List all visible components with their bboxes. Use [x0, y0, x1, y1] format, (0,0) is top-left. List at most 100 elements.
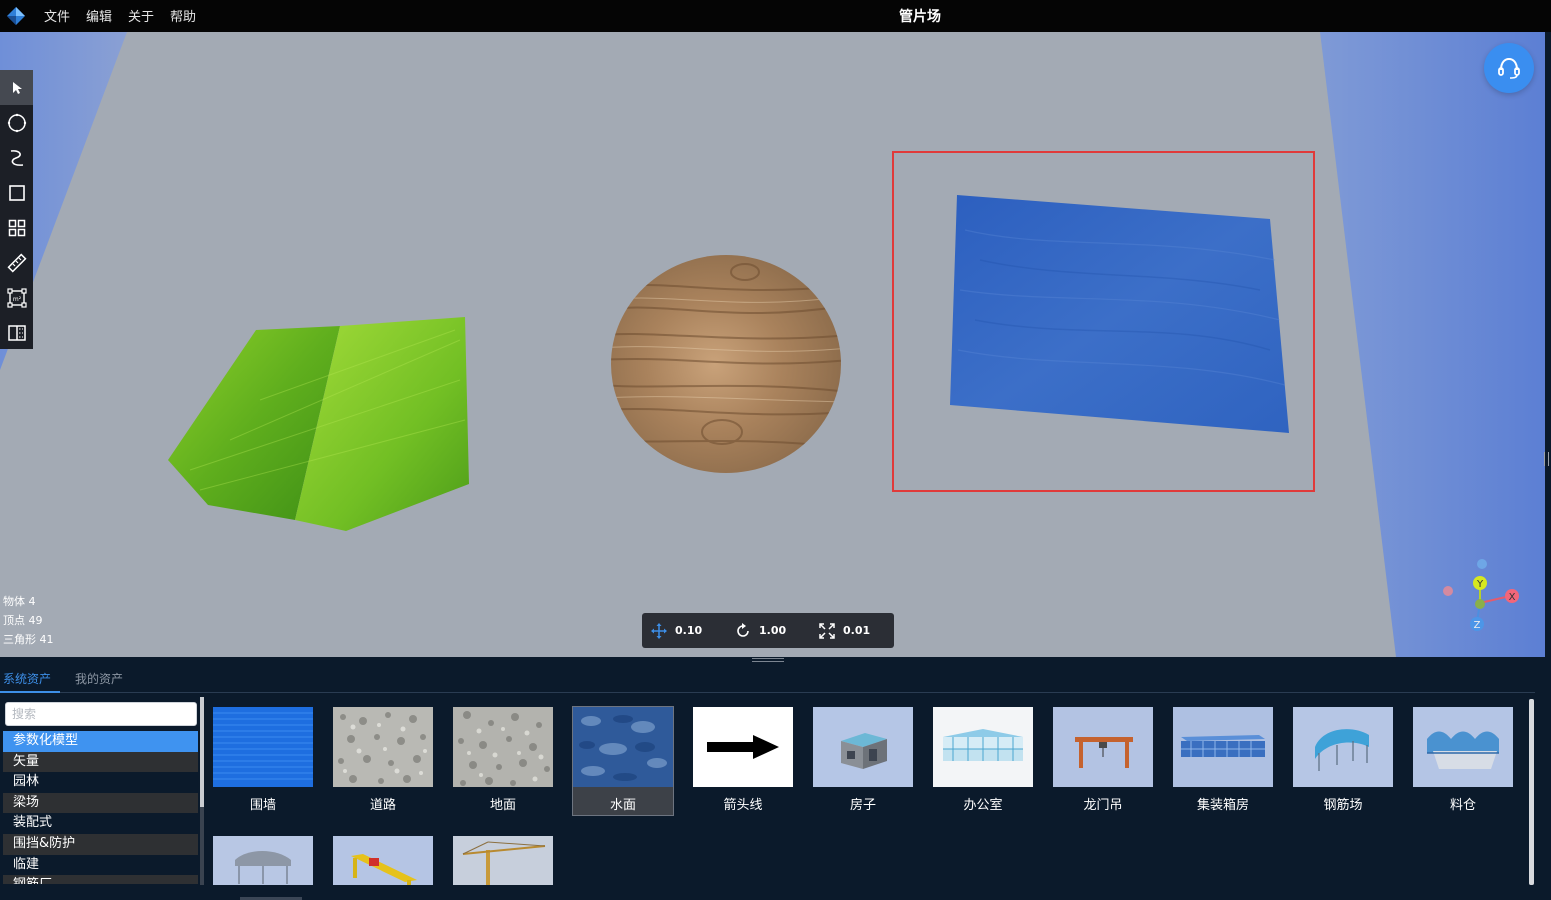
asset-search-input[interactable]	[5, 702, 197, 726]
circle-draw-icon[interactable]	[0, 105, 33, 140]
splitter-grip-icon[interactable]	[752, 658, 784, 662]
axis-x-label: X	[1509, 592, 1516, 603]
grid-layout-icon[interactable]	[0, 210, 33, 245]
asset-label: 水面	[609, 798, 636, 813]
menu-bar: 文件 编辑 关于 帮助 管片场	[0, 0, 1551, 32]
customer-support-button[interactable]	[1484, 43, 1534, 93]
scale-step-value: 0.01	[843, 624, 871, 637]
water-rectangle[interactable]	[950, 195, 1289, 433]
active-tab-indicator	[0, 691, 60, 693]
asset-label: 料仓	[1449, 798, 1476, 813]
category-item[interactable]: 装配式	[3, 813, 198, 834]
category-scrollbar-thumb[interactable]	[200, 697, 204, 807]
asset-card[interactable]: 龙门吊	[1053, 707, 1153, 814]
asset-card[interactable]	[453, 836, 553, 885]
shed-model-icon	[213, 836, 313, 885]
asset-card[interactable]: 房子	[813, 707, 913, 814]
asset-panel: 系统资产 我的资产 参数化模型 矢量 园林 梁场 装配式 围挡&防护 临建 钢筋…	[0, 663, 1545, 900]
asset-card-selected[interactable]: 水面	[572, 706, 674, 816]
asset-label: 钢筋场	[1323, 798, 1363, 813]
rebar-yard-model-icon	[1293, 707, 1393, 787]
asset-label: 箭头线	[723, 798, 763, 813]
category-item[interactable]: 梁场	[3, 792, 198, 814]
asset-label: 集装箱房	[1196, 798, 1249, 813]
grass-polygon[interactable]	[168, 317, 469, 531]
scale-icon	[819, 622, 835, 639]
container-house-model-icon	[1173, 707, 1273, 787]
left-toolbar: m²	[0, 70, 33, 349]
tab-divider	[0, 692, 1535, 693]
tab-system-assets[interactable]: 系统资产	[3, 670, 51, 687]
move-step-value: 0.10	[675, 624, 703, 637]
freehand-curve-icon[interactable]	[0, 140, 33, 175]
transform-step-bar: 0.10 1.00 0.01	[642, 613, 894, 648]
axis-gizmo[interactable]: Y X Z	[1436, 556, 1526, 636]
scene-canvas[interactable]	[0, 32, 1545, 657]
tab-my-assets[interactable]: 我的资产	[75, 670, 123, 687]
select-arrow-icon[interactable]	[0, 70, 33, 105]
scale-step[interactable]: 0.01	[819, 613, 870, 648]
axis-neg-y-handle[interactable]	[1475, 599, 1485, 609]
asset-card[interactable]: 围墙	[213, 707, 313, 814]
window-title: 管片场	[899, 9, 941, 25]
gantry-crane-model-icon	[1053, 707, 1153, 787]
asset-card[interactable]: 道路	[333, 707, 433, 814]
asset-card[interactable]	[333, 836, 433, 885]
water-texture-icon	[573, 707, 673, 787]
app-window: 文件 编辑 关于 帮助 管片场 m² 物体 4 顶点 49 三角形 41 0.1…	[0, 0, 1551, 900]
axis-y-label: Y	[1476, 579, 1484, 590]
office-model-icon	[933, 707, 1033, 787]
asset-card[interactable]: 钢筋场	[1293, 707, 1393, 814]
move-icon	[651, 622, 667, 639]
category-item[interactable]: 矢量	[3, 751, 198, 773]
category-item[interactable]: 参数化模型	[3, 731, 198, 752]
asset-label: 道路	[369, 798, 396, 813]
rotate-step[interactable]: 1.00	[735, 613, 786, 648]
axis-neg-x-handle[interactable]	[1443, 586, 1453, 596]
headset-icon	[1498, 57, 1520, 79]
asset-label: 房子	[849, 798, 876, 813]
asset-label: 地面	[489, 798, 516, 813]
material-silo-model-icon	[1413, 707, 1513, 787]
triangle-count: 三角形 41	[3, 633, 54, 646]
vertex-count: 顶点 49	[3, 614, 43, 627]
house-model-icon	[813, 707, 913, 787]
right-panel-edge	[1545, 32, 1551, 900]
arrow-line-icon	[693, 707, 793, 787]
asset-card[interactable]: 办公室	[933, 707, 1033, 814]
wood-circle[interactable]	[600, 255, 850, 473]
rectangle-draw-icon[interactable]	[0, 175, 33, 210]
asset-card[interactable]	[213, 836, 313, 885]
3d-viewport[interactable]: m² 物体 4 顶点 49 三角形 41 0.10 1.00 0.01 Y X …	[0, 32, 1545, 657]
ruler-measure-icon[interactable]	[0, 245, 33, 280]
asset-label: 办公室	[963, 798, 1003, 813]
axis-z-label: Z	[1474, 620, 1481, 631]
asset-grid: 围墙 道路 地面 水面 箭头线 房子 办公室 龙门吊 集装箱房 钢筋场 料仓	[205, 699, 1527, 885]
asset-card[interactable]: 地面	[453, 707, 553, 814]
category-item[interactable]: 园林	[3, 772, 198, 793]
asset-card[interactable]: 集装箱房	[1173, 707, 1273, 814]
category-list: 参数化模型 矢量 园林 梁场 装配式 围挡&防护 临建 钢筋厂	[3, 731, 198, 884]
category-item[interactable]: 临建	[3, 854, 198, 876]
object-count: 物体 4	[3, 595, 36, 608]
area-measure-icon[interactable]: m²	[0, 280, 33, 315]
asset-card[interactable]: 料仓	[1413, 707, 1513, 814]
asset-label: 围墙	[249, 798, 276, 813]
move-step[interactable]: 0.10	[651, 613, 702, 648]
asset-grid-scrollbar-thumb[interactable]	[1529, 699, 1534, 885]
rotate-step-value: 1.00	[759, 624, 787, 637]
split-view-icon[interactable]	[0, 315, 33, 350]
gravel-ground-texture-icon	[453, 707, 553, 787]
scene-stats: 物体 4 顶点 49 三角形 41	[3, 592, 54, 649]
blue-panel-wall-icon	[213, 707, 313, 787]
svg-text:m²: m²	[12, 296, 21, 303]
category-item[interactable]: 钢筋厂	[3, 875, 198, 884]
asset-label: 龙门吊	[1083, 798, 1123, 813]
axis-neg-z-handle[interactable]	[1477, 559, 1487, 569]
right-resize-grip[interactable]	[1544, 452, 1549, 466]
asset-card[interactable]: 箭头线	[693, 707, 793, 814]
category-item[interactable]: 围挡&防护	[3, 833, 198, 855]
gravel-road-texture-icon	[333, 707, 433, 787]
rotate-icon	[737, 622, 749, 637]
tower-crane-model-icon	[453, 836, 553, 885]
